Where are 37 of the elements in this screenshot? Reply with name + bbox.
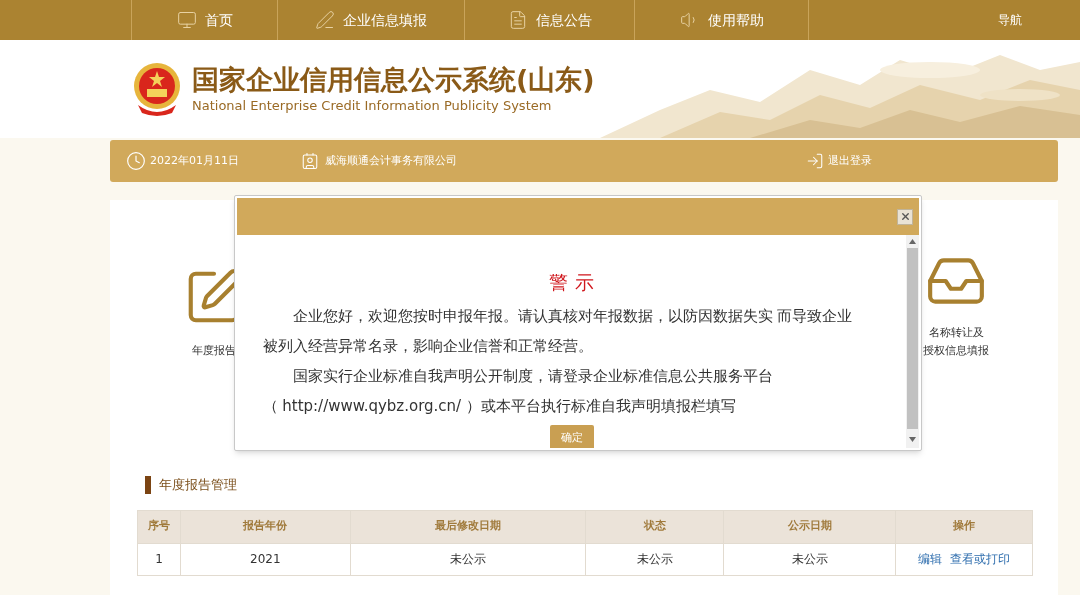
section-marker (145, 475, 151, 494)
clock-icon (126, 151, 146, 171)
logout-link[interactable]: 退出登录 (806, 152, 872, 170)
notice-paragraph: 国家实行企业标准自我声明公开制度，请登录企业标准信息公共服务平台 （ http://www.qybz.org.cn/ ）或本平台执行标准自我声明填报栏填写 (262, 366, 774, 417)
logout-icon (806, 152, 824, 170)
confirm-button[interactable]: 确定 (549, 425, 594, 448)
id-badge-icon (301, 152, 319, 170)
action-link[interactable]: 编辑 (918, 550, 942, 568)
table-cell: 2021 (180, 543, 351, 575)
column-header: 报告年份 (180, 510, 351, 543)
table-cell: 未公示 (350, 543, 586, 575)
scroll-down-icon (909, 437, 916, 442)
column-header: 最后修改日期 (350, 510, 586, 543)
notice-paragraph: 企业您好，欢迎您按时申报年报。请认真核对年报数据，以防因数据失实 而导致企业 被列入经营异常名录，影响企业信誉和正常经营。 (262, 306, 854, 357)
column-header: 操作 (895, 510, 1033, 543)
table-cell: 未公示 (585, 543, 724, 575)
scrollbar-thumb[interactable] (907, 248, 918, 429)
site-subtitle: National Enterprise Credit Information Publicity System (192, 97, 553, 115)
emblem-icon (132, 61, 182, 117)
column-header: 序号 (137, 510, 181, 543)
close-icon (899, 211, 911, 222)
scroll-up-icon (909, 239, 916, 244)
section-title: 年度报告管理 (159, 476, 237, 494)
table-cell: 1 (137, 543, 181, 575)
close-button[interactable] (897, 208, 913, 225)
date-text: 2022年01月11日 (150, 152, 239, 169)
nav-link[interactable]: 导航 (998, 11, 1022, 29)
column-header: 状态 (585, 510, 724, 543)
action-link[interactable]: 查看或打印 (950, 550, 1010, 568)
pen-icon (315, 10, 335, 30)
monitor-icon (176, 10, 197, 30)
feature-card[interactable]: 名称转让及 授权信息填报 (914, 250, 998, 370)
column-header: 公示日期 (723, 510, 896, 543)
site-title: 国家企业信用信息公示系统(山东) (192, 63, 595, 97)
table-cell: 未公示 (723, 543, 896, 575)
dialog-title: 警 示 (549, 270, 594, 295)
company-name: 威海顺通会计事务有限公司 (325, 152, 457, 169)
